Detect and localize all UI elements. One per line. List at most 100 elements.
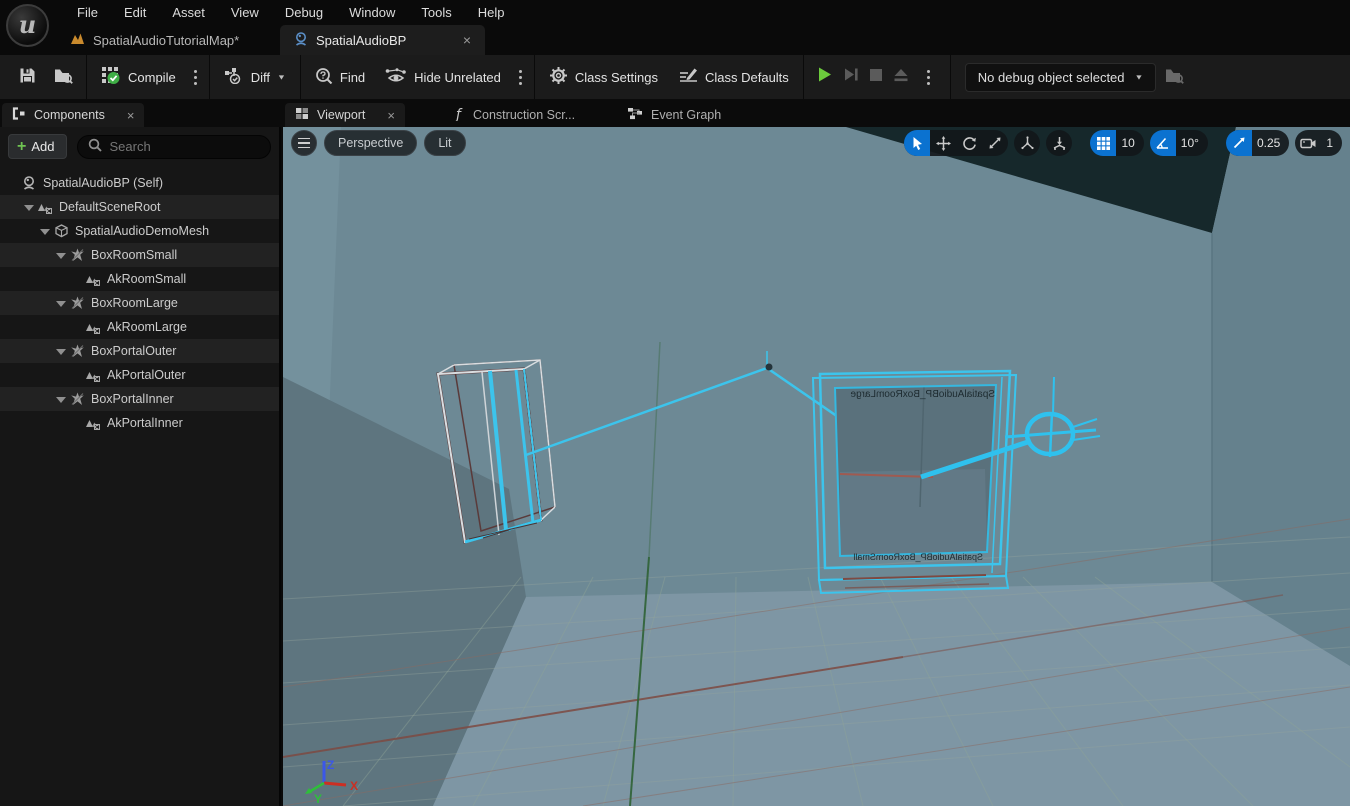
diff-button[interactable]: Diff ▼ [214, 61, 296, 93]
class-defaults-button[interactable]: Class Defaults [668, 61, 799, 93]
event-graph-icon [627, 107, 643, 123]
hide-unrelated-label: Hide Unrelated [414, 70, 501, 85]
hide-unrelated-button[interactable]: Hide Unrelated [375, 62, 511, 93]
compile-options-button[interactable] [186, 64, 205, 91]
mesh-icon [53, 224, 69, 238]
menu-item-file[interactable]: File [64, 2, 111, 23]
diff-label: Diff [251, 70, 270, 85]
tab-event-graph[interactable]: Event Graph [617, 103, 731, 127]
view-mode-dropdown[interactable]: Lit [424, 130, 465, 156]
asset-tab-label: SpatialAudioBP [316, 33, 406, 48]
menu-item-view[interactable]: View [218, 2, 272, 23]
tree-item-akportalinner[interactable]: AkPortalInner [0, 411, 279, 435]
rotation-snap-value[interactable]: 10° [1176, 136, 1208, 150]
tab-construction-scr[interactable]: ƒConstruction Scr... [445, 103, 585, 127]
axis-z-label: Z [327, 758, 334, 772]
tree-item-defaultsceneroot[interactable]: DefaultSceneRoot [0, 195, 279, 219]
rotation-snap-control[interactable]: 10° [1150, 130, 1208, 156]
rotate-tool-button[interactable] [956, 130, 982, 156]
tree-item-label: SpatialAudioBP (Self) [43, 176, 163, 190]
asset-tab-level[interactable]: SpatialAudioTutorialMap* [56, 25, 280, 55]
menu-item-help[interactable]: Help [465, 2, 518, 23]
search-icon [88, 138, 102, 155]
frame-skip-button[interactable] [843, 67, 859, 87]
menu-item-window[interactable]: Window [336, 2, 408, 23]
tree-item-boxportalouter[interactable]: BoxPortalOuter [0, 339, 279, 363]
transform-tools [904, 130, 1008, 156]
find-icon [315, 67, 333, 87]
tree-item-akroomlarge[interactable]: AkRoomLarge [0, 315, 279, 339]
close-icon[interactable]: × [463, 32, 471, 48]
unreal-logo-icon: u [6, 4, 49, 47]
move-tool-button[interactable] [930, 130, 956, 156]
expand-arrow-icon[interactable] [56, 346, 66, 356]
play-button[interactable] [816, 66, 833, 88]
tree-item-boxroomsmall[interactable]: BoxRoomSmall [0, 243, 279, 267]
camera-speed-value[interactable]: 1 [1321, 136, 1342, 150]
tree-item-akportalouter[interactable]: AkPortalOuter [0, 363, 279, 387]
expand-arrow-icon[interactable] [56, 298, 66, 308]
portal-label-top: SpatialAudioBP_BoxRoomLarge [850, 389, 995, 400]
menu-item-asset[interactable]: Asset [159, 2, 218, 23]
arrow-spacer [72, 322, 82, 332]
asset-tab-blueprint[interactable]: SpatialAudioBP × [280, 25, 485, 55]
debug-object-dropdown[interactable]: No debug object selected ▼ [965, 63, 1157, 92]
brush-icon [69, 344, 85, 358]
debug-browse-button[interactable] [1156, 62, 1193, 93]
world-local-gizmo-button[interactable] [1014, 130, 1040, 156]
save-button[interactable] [10, 61, 45, 93]
add-component-button[interactable]: + Add [8, 134, 67, 159]
grid-snap-icon [1090, 130, 1116, 156]
menu-item-edit[interactable]: Edit [111, 2, 159, 23]
tree-item-boxroomlarge[interactable]: BoxRoomLarge [0, 291, 279, 315]
grid-snap-value[interactable]: 10 [1116, 136, 1143, 150]
play-options-button[interactable] [919, 64, 938, 91]
expand-arrow-icon[interactable] [56, 394, 66, 404]
search-placeholder: Search [109, 139, 150, 154]
hide-unrelated-options-button[interactable] [511, 64, 530, 91]
compile-button[interactable]: Compile [91, 60, 186, 94]
tab-components[interactable]: Components × [2, 103, 144, 127]
close-icon[interactable]: × [127, 108, 135, 123]
brush-icon [69, 296, 85, 310]
scale-snap-control[interactable]: 0.25 [1226, 130, 1289, 156]
plus-icon: + [17, 141, 26, 153]
add-label: Add [31, 139, 54, 154]
expand-arrow-icon[interactable] [56, 250, 66, 260]
scale-snap-icon [1226, 130, 1252, 156]
tab-viewport[interactable]: Viewport× [285, 103, 405, 127]
tree-item-akroomsmall[interactable]: AkRoomSmall [0, 267, 279, 291]
surface-snap-button[interactable] [1046, 130, 1072, 156]
chevron-down-icon: ▼ [1135, 73, 1144, 81]
scale-tool-button[interactable] [982, 130, 1008, 156]
svg-text:ƒ: ƒ [455, 107, 463, 121]
search-input[interactable]: Search [77, 135, 271, 159]
asset-tab-label: SpatialAudioTutorialMap* [93, 33, 239, 48]
tree-item-boxportalinner[interactable]: BoxPortalInner [0, 387, 279, 411]
close-icon[interactable]: × [387, 108, 395, 123]
tree-item-spatialaudiobpself[interactable]: SpatialAudioBP (Self) [0, 171, 279, 195]
menu-item-tools[interactable]: Tools [408, 2, 464, 23]
components-tab-label: Components [34, 108, 105, 122]
expand-arrow-icon[interactable] [40, 226, 50, 236]
class-settings-button[interactable]: Class Settings [539, 60, 668, 94]
emitter-gizmo [766, 364, 773, 371]
folder-search-icon [1165, 68, 1184, 87]
select-tool-button[interactable] [904, 130, 930, 156]
stop-button[interactable] [869, 68, 883, 87]
perspective-dropdown[interactable]: Perspective [324, 130, 417, 156]
viewport-options-button[interactable] [291, 130, 317, 156]
scale-snap-value[interactable]: 0.25 [1252, 136, 1289, 150]
tree-item-spatialaudiodemomesh[interactable]: SpatialAudioDemoMesh [0, 219, 279, 243]
browse-button[interactable] [45, 62, 82, 93]
viewport-3d[interactable]: SpatialAudioBP_BoxRoomLarge SpatialAudio… [283, 127, 1350, 806]
expand-arrow-icon[interactable] [24, 202, 34, 212]
toolbar-divider [300, 55, 301, 99]
menu-item-debug[interactable]: Debug [272, 2, 336, 23]
find-button[interactable]: Find [305, 61, 375, 93]
grid-snap-control[interactable]: 10 [1090, 130, 1143, 156]
eject-button[interactable] [893, 68, 909, 87]
gear-icon [549, 66, 568, 88]
portal-label-bottom: SpatialAudioBP_BoxRoomSmall [853, 552, 983, 562]
camera-speed-control[interactable]: 1 [1295, 130, 1342, 156]
